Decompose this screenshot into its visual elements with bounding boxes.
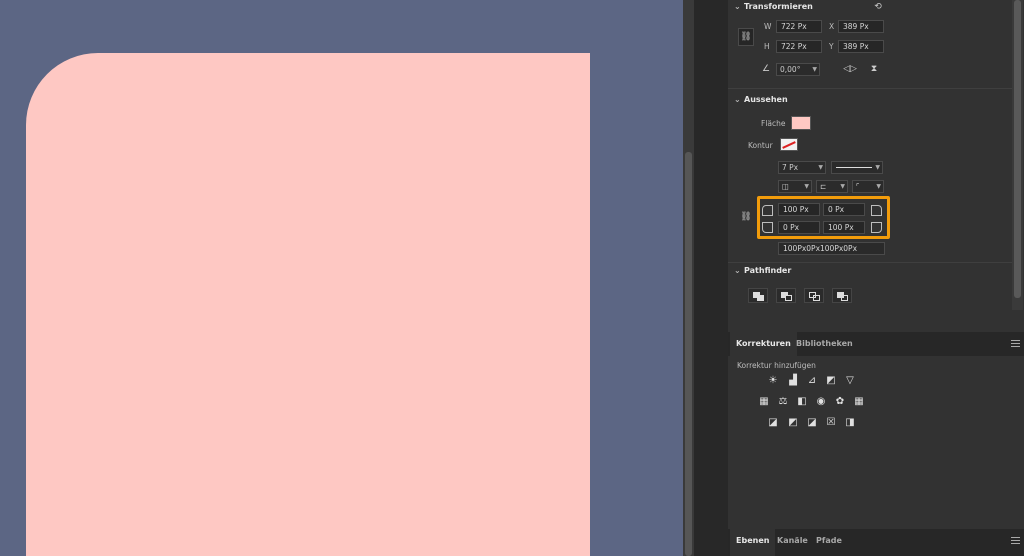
tab-pfade[interactable]: Pfade [810,529,848,553]
link-dimensions-icon[interactable]: ⛓ [738,28,754,46]
color-lookup-icon[interactable]: ▦ [852,395,866,407]
threshold-icon[interactable]: ◪ [805,416,819,428]
stroke-label: Kontur [748,141,773,150]
chevron-down-icon: ▼ [876,183,881,190]
invert-icon[interactable]: ◪ [766,416,780,428]
angle-value: 0,00° [780,65,801,74]
panel-gutter [694,0,728,556]
rounded-rectangle-shape[interactable] [26,53,590,556]
panel-menu-icon[interactable] [1011,340,1020,347]
gradient-map-icon[interactable]: ◨ [843,416,857,428]
appearance-title: Aussehen [744,95,788,104]
channel-mixer-icon[interactable]: ✿ [833,395,847,407]
intersect-icon-part [813,295,820,301]
pathfinder-exclude-button[interactable] [832,288,852,303]
chevron-down-icon: ⌄ [734,266,741,275]
app-window: ⌄ Transformieren ⟲ ⛓ W 722 Px X 389 Px H … [0,0,1024,556]
unite-icon-part [757,295,764,301]
chevron-down-icon: ▼ [875,164,880,171]
brightness-icon[interactable]: ☀ [766,374,780,386]
y-label: Y [829,42,834,51]
adjustments-tabbar: Korrekturen Bibliotheken [728,332,1024,356]
reset-transform-icon[interactable]: ⟲ [870,0,886,14]
canvas-scrollbar[interactable] [683,0,694,556]
properties-scrollbar[interactable] [1012,0,1023,310]
transform-title: Transformieren [744,2,813,11]
section-divider [728,262,1012,263]
corner-radius-highlight [757,196,890,239]
curves-icon[interactable]: ⊿ [805,374,819,386]
corner-radius-summary-field[interactable]: 100Px0Px100Px0Px [778,242,885,255]
y-field[interactable]: 389 Px [838,40,884,53]
pathfinder-unite-button[interactable] [748,288,768,303]
tab-korrekturen[interactable]: Korrekturen [730,332,797,356]
angle-icon: ∠ [761,64,771,74]
panel-menu-icon[interactable] [1011,537,1020,544]
tab-ebenen[interactable]: Ebenen [730,529,776,556]
x-field[interactable]: 389 Px [838,20,884,33]
levels-icon[interactable]: ▟ [786,374,800,386]
stroke-cap-icon: ⊏ [820,182,827,191]
stroke-align-dropdown[interactable]: ◫ ▼ [778,180,812,193]
tab-bibliotheken[interactable]: Bibliotheken [790,332,859,356]
stroke-type-dropdown[interactable]: ▼ [831,161,883,174]
fill-label: Fläche [761,119,786,128]
flip-horizontal-icon[interactable]: ◁▷ [842,62,858,76]
width-label: W [764,22,772,31]
add-adjustment-label: Korrektur hinzufügen [737,361,816,370]
stroke-corner-dropdown[interactable]: ⌜ ▼ [852,180,884,193]
width-field[interactable]: 722 Px [776,20,822,33]
transform-section-header[interactable]: ⌄ Transformieren [734,2,813,11]
angle-dropdown[interactable]: 0,00° ▼ [776,63,820,76]
x-label: X [829,22,835,31]
exclude-icon-part [841,295,848,301]
fill-color-swatch[interactable] [791,116,811,130]
chevron-down-icon: ▼ [804,183,809,190]
solid-line-icon [836,167,872,168]
selective-color-icon[interactable]: ☒ [824,416,838,428]
pathfinder-intersect-button[interactable] [804,288,824,303]
tab-kanaele[interactable]: Kanäle [771,529,814,553]
chevron-down-icon: ⌄ [734,95,741,104]
color-balance-icon[interactable]: ⚖ [776,395,790,407]
canvas-scroll-thumb[interactable] [685,152,692,556]
link-corners-icon[interactable]: ⛓ [738,210,754,224]
stroke-cap-dropdown[interactable]: ⊏ ▼ [816,180,848,193]
stroke-color-swatch[interactable] [780,138,798,151]
stroke-corner-icon: ⌜ [856,182,860,191]
exposure-icon[interactable]: ◩ [824,374,838,386]
adjustments-panel: Korrektur hinzufügen ☀ ▟ ⊿ ◩ ▽ ▦ ⚖ ◧ ◉ ✿… [728,356,1024,528]
photo-filter-icon[interactable]: ◉ [814,395,828,407]
layers-tabbar: Ebenen Kanäle Pfade [728,529,1024,556]
height-label: H [764,42,770,51]
vibrance-icon[interactable]: ▽ [843,374,857,386]
black-white-icon[interactable]: ◧ [795,395,809,407]
chevron-down-icon: ▼ [818,164,823,171]
chevron-down-icon: ⌄ [734,2,741,11]
pathfinder-subtract-button[interactable] [776,288,796,303]
flip-vertical-icon[interactable]: ⧗ [866,62,882,76]
hue-saturation-icon[interactable]: ▦ [757,395,771,407]
pathfinder-section-header[interactable]: ⌄ Pathfinder [734,266,791,275]
chevron-down-icon: ▼ [840,183,845,190]
properties-scroll-thumb[interactable] [1014,0,1021,298]
appearance-section-header[interactable]: ⌄ Aussehen [734,95,788,104]
document-canvas[interactable] [0,0,683,556]
pathfinder-title: Pathfinder [744,266,792,275]
stroke-width-value: 7 Px [782,163,799,172]
stroke-width-dropdown[interactable]: 7 Px ▼ [778,161,826,174]
stroke-align-icon: ◫ [782,182,790,191]
height-field[interactable]: 722 Px [776,40,822,53]
posterize-icon[interactable]: ◩ [786,416,800,428]
section-divider [728,88,1012,89]
no-stroke-slash-icon [782,141,796,149]
subtract-icon-part [785,295,792,301]
chevron-down-icon: ▼ [812,66,817,73]
